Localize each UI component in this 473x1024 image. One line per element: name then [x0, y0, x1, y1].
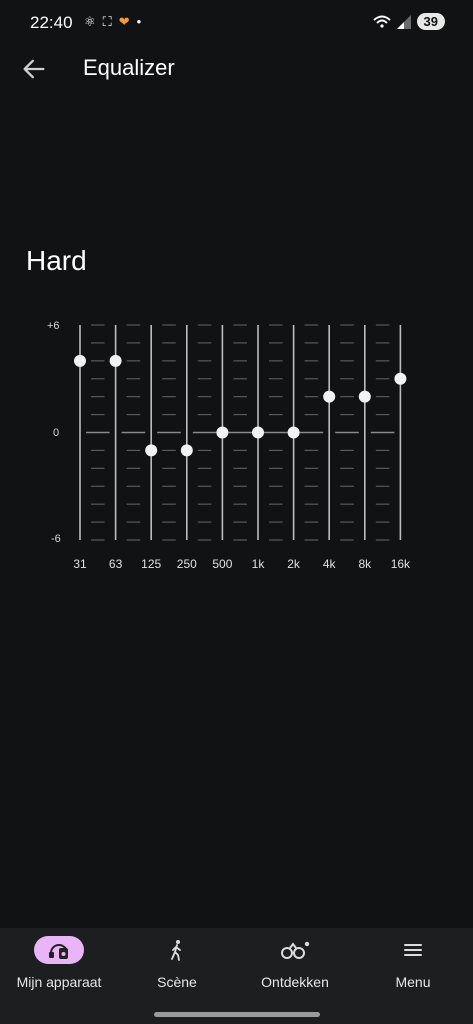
bottom-nav: Mijn apparaat Scène Ontdekken Menu — [0, 928, 473, 1024]
band-label-500: 500 — [212, 557, 233, 571]
slider-knob-2k[interactable] — [287, 426, 300, 439]
menu-icon — [388, 936, 438, 964]
band-label-63: 63 — [108, 557, 123, 571]
slider-knob-1k[interactable] — [252, 426, 264, 439]
slider-knob-16k[interactable] — [394, 372, 407, 385]
app-bar: Equalizer — [0, 44, 473, 94]
slider-knob-250[interactable] — [180, 444, 193, 457]
dot-icon: • — [136, 14, 142, 29]
page-title: Equalizer — [83, 55, 175, 80]
nav-item-mijn-apparaat[interactable]: Mijn apparaat — [0, 928, 118, 1008]
band-label-16k: 16k — [390, 557, 411, 571]
device-icon — [34, 936, 84, 964]
screenshot-icon: ⛶ — [102, 14, 112, 29]
status-right-icons: 39 — [372, 13, 445, 30]
status-bar: 22:40 ⚛ ⛶ ❤ • 39 — [0, 0, 473, 44]
gesture-handle — [154, 1012, 320, 1017]
slider-knob-125[interactable] — [145, 444, 158, 457]
react-icon: ⚛ — [84, 14, 96, 29]
nav-item-scene[interactable]: Scène — [118, 928, 236, 1008]
arrow-left-icon[interactable] — [20, 55, 48, 83]
nav-label-scene: Scène — [157, 974, 197, 990]
walking-icon — [152, 936, 202, 964]
slider-knob-31[interactable] — [74, 354, 86, 367]
band-label-31: 31 — [73, 557, 87, 571]
equalizer-sliders[interactable] — [0, 300, 473, 600]
band-label-8k: 8k — [358, 557, 372, 571]
nav-item-ontdekken[interactable]: Ontdekken — [236, 928, 354, 1008]
equalizer-chart: +6 0 -6 31 63 125 250 500 1k 2k 4k 8k 16k — [0, 300, 473, 600]
nav-item-menu[interactable]: Menu — [354, 928, 472, 1008]
band-label-2k: 2k — [287, 557, 300, 571]
band-label-125: 125 — [141, 557, 162, 571]
slider-knob-500[interactable] — [216, 426, 229, 439]
slider-knob-63[interactable] — [109, 354, 122, 367]
status-time: 22:40 — [30, 13, 73, 32]
health-icon: ❤ — [118, 14, 130, 29]
slider-knob-4k[interactable] — [323, 390, 336, 403]
slider-knob-8k[interactable] — [358, 390, 371, 403]
status-left-icons: ⚛ ⛶ ❤ • — [84, 14, 141, 30]
band-label-4k: 4k — [322, 557, 336, 571]
battery-indicator: 39 — [416, 13, 445, 30]
binoculars-icon — [270, 936, 320, 964]
preset-name: Hard — [26, 245, 87, 276]
signal-icon — [396, 14, 411, 29]
band-label-250: 250 — [176, 557, 197, 571]
nav-label-menu: Menu — [395, 974, 431, 990]
band-label-1k: 1k — [251, 557, 265, 571]
nav-label-ontdekken: Ontdekken — [261, 974, 329, 990]
nav-label-mijn-apparaat: Mijn apparaat — [16, 974, 102, 990]
wifi-icon — [372, 15, 391, 28]
